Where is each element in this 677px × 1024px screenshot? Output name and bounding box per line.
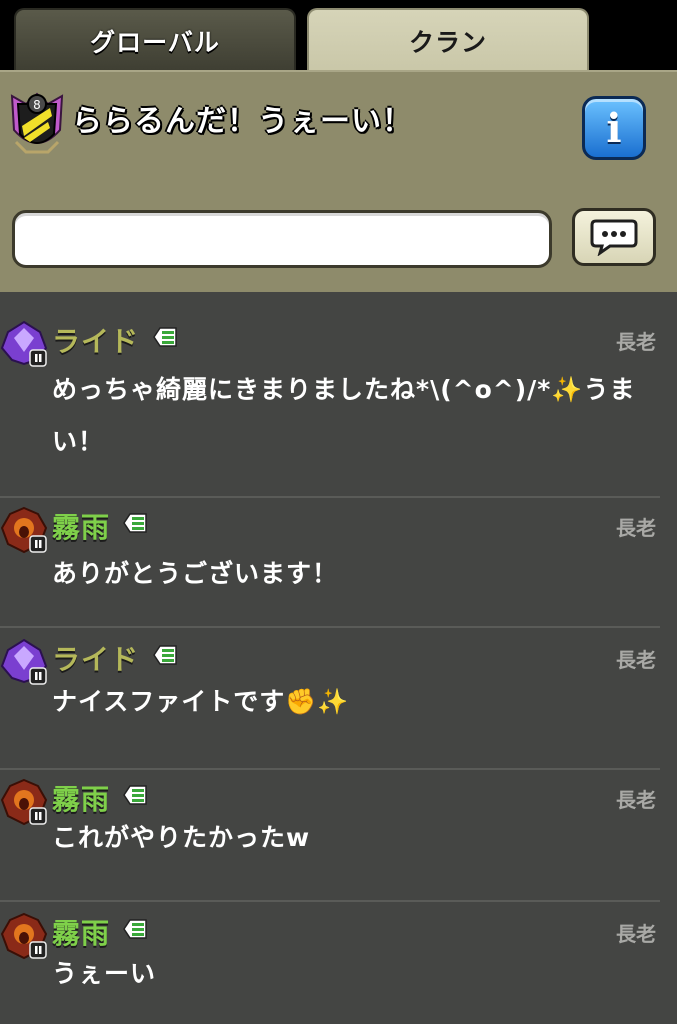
clan-name: ららるんだ！うぇーい！ [72,104,413,139]
purple-league-icon [0,320,48,367]
league-shield-icon [123,919,147,939]
league-shield-icon [153,645,177,665]
chat-message: ライド 長老 めっちゃ綺麗にきまりましたね*\(^o^)/*✨うまい！ [0,320,660,498]
chat-message: ライド 長老 ナイスファイトです✊✨ [0,638,660,770]
message-text: これがやりたかったw [52,823,311,852]
sender-name[interactable]: ライド [52,638,139,678]
chat-message: 霧雨 長老 うぇーい [0,912,660,1024]
member-role: 長老 [616,648,656,672]
tab-clan[interactable]: クラン [307,8,589,72]
chat-message: 霧雨 長老 ありがとうございます！ [0,506,660,628]
clan-badge-icon[interactable]: 8 [4,90,70,160]
tab-bar: グローバル クラン [0,0,677,72]
league-shield-icon [153,327,177,347]
chat-input[interactable] [12,210,552,268]
message-text: ありがとうございます！ [52,559,339,588]
sender-name[interactable]: 霧雨 [52,912,110,952]
message-text: うぇーい [52,959,157,988]
speech-bubble-icon [590,219,638,256]
member-role: 長老 [616,922,656,946]
send-message-button[interactable] [572,208,656,266]
sender-name[interactable]: 霧雨 [52,506,110,546]
clan-header: 8 ららるんだ！うぇーい！ i [0,70,677,292]
clan-level: 8 [33,98,41,112]
message-text: めっちゃ綺麗にきまりましたね*\(^o^)/*✨うまい！ [52,375,636,456]
message-text: ナイスファイトです✊✨ [52,687,350,716]
red-league-icon [0,912,48,960]
league-shield-icon [123,513,147,533]
info-button[interactable]: i [582,96,646,160]
member-role: 長老 [616,516,656,540]
sender-name[interactable]: ライド [52,320,139,360]
red-league-icon [0,778,48,826]
chat-messages[interactable]: ライド 長老 めっちゃ綺麗にきまりましたね*\(^o^)/*✨うまい！ 霧雨 長… [0,292,677,1024]
chat-message: 霧雨 長老 これがやりたかったw [0,778,660,902]
member-role: 長老 [616,330,656,354]
purple-league-icon [0,638,48,685]
red-league-icon [0,506,48,554]
member-role: 長老 [616,788,656,812]
league-shield-icon [123,785,147,805]
tab-global[interactable]: グローバル [14,8,296,72]
info-icon: i [606,104,622,152]
